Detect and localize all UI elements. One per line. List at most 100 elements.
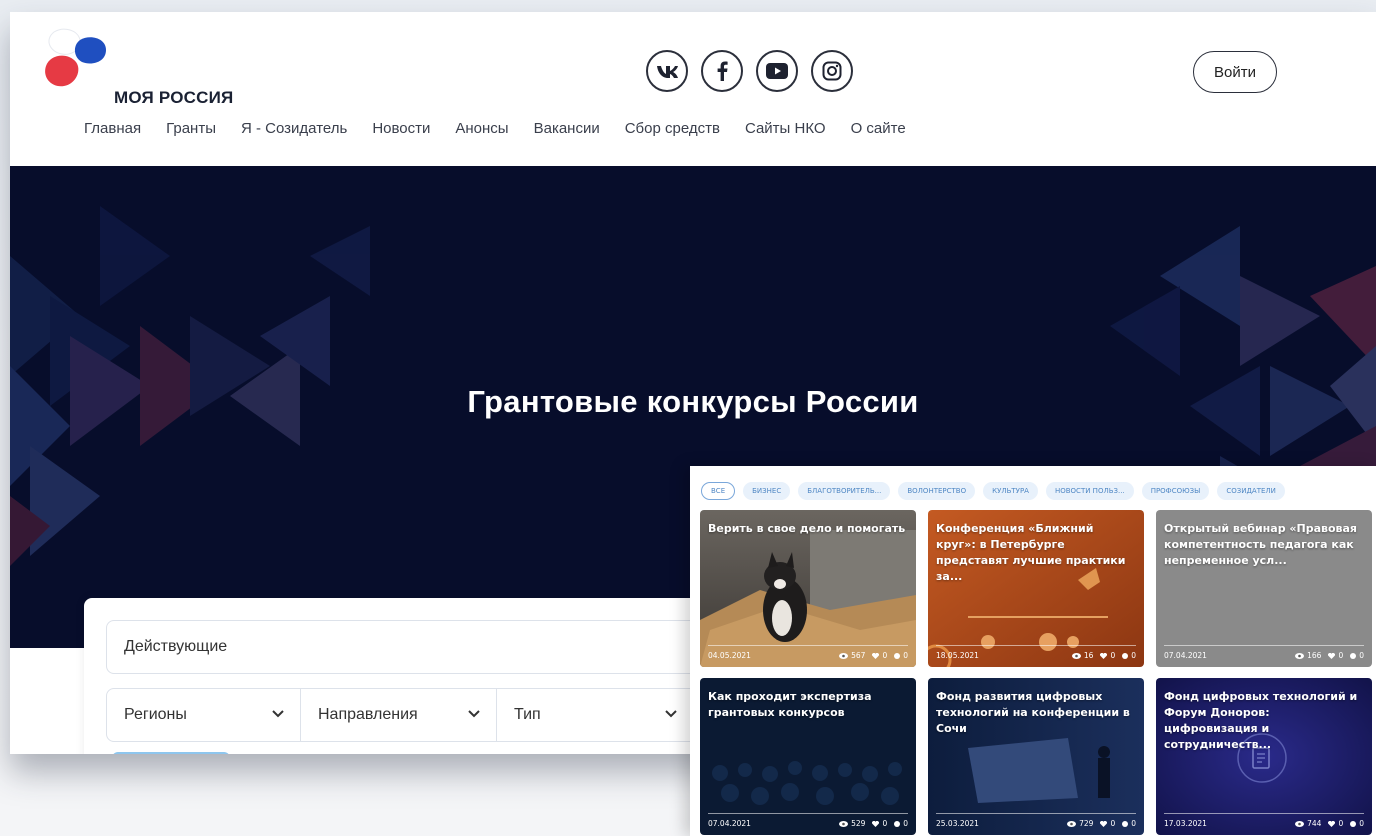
news-card-title: Верить в свое дело и помогать [708, 522, 906, 535]
news-card-footer: 04.05.2021 567 0 0 [708, 645, 908, 660]
news-card[interactable]: Конференция «Ближний круг»: в Петербурге… [928, 510, 1144, 667]
instagram-icon[interactable] [811, 50, 853, 92]
search-button[interactable] [112, 752, 230, 754]
nav-item-news[interactable]: Новости [372, 120, 430, 137]
chevron-down-icon [665, 710, 677, 718]
chip-business[interactable]: БИЗНЕС [743, 482, 791, 500]
likes-count: 0 [1110, 651, 1116, 660]
news-card-date: 25.03.2021 [936, 819, 979, 828]
comments-count: 0 [1131, 651, 1136, 660]
type-select[interactable]: Тип [497, 689, 693, 741]
comments-count: 0 [1359, 819, 1364, 828]
category-chips: ВСЕ БИЗНЕС БЛАГОТВОРИТЕЛЬ... ВОЛОНТЕРСТВ… [701, 482, 1285, 500]
eye-icon [839, 652, 849, 659]
chip-user-news[interactable]: НОВОСТИ ПОЛЬЗ... [1045, 482, 1134, 500]
news-card-footer: 18.05.2021 16 0 0 [936, 645, 1136, 660]
comments-count: 0 [1131, 819, 1136, 828]
news-card[interactable]: Как проходит экспертиза грантовых конкур… [700, 678, 916, 835]
site-logo[interactable]: МОЯ РОССИЯ [40, 26, 240, 107]
eye-icon [1071, 652, 1081, 659]
nav-item-announcements[interactable]: Анонсы [455, 120, 508, 137]
youtube-icon[interactable] [756, 50, 798, 92]
directions-select-label: Направления [318, 706, 418, 723]
chip-volunteering[interactable]: ВОЛОНТЕРСТВО [898, 482, 976, 500]
eye-icon [1295, 652, 1305, 659]
comment-icon [894, 652, 901, 659]
likes-count: 0 [1110, 819, 1116, 828]
social-links [646, 50, 853, 92]
logo-text: МОЯ РОССИЯ [114, 88, 234, 107]
chip-all[interactable]: ВСЕ [701, 482, 736, 500]
comment-icon [1122, 652, 1129, 659]
news-card-title: Открытый вебинар «Правовая компетентност… [1164, 522, 1357, 567]
comments-count: 0 [903, 651, 908, 660]
chevron-down-icon [272, 710, 284, 718]
news-card-title: Фонд цифровых технологий и Форум Доноров… [1164, 690, 1358, 751]
chip-culture[interactable]: КУЛЬТУРА [983, 482, 1038, 500]
directions-select[interactable]: Направления [301, 689, 497, 741]
news-card-footer: 07.04.2021 529 0 0 [708, 813, 908, 828]
filter-selects-row: Регионы Направления Тип [106, 688, 746, 742]
news-card-date: 17.03.2021 [1164, 819, 1207, 828]
nav-item-about[interactable]: О сайте [851, 120, 906, 137]
views-count: 529 [851, 819, 866, 828]
comments-count: 0 [1359, 651, 1364, 660]
status-select[interactable]: Действующие [106, 620, 746, 674]
nav-item-home[interactable]: Главная [84, 120, 141, 137]
heart-icon [1328, 652, 1336, 659]
regions-select[interactable]: Регионы [107, 689, 301, 741]
nav-item-nko-sites[interactable]: Сайты НКО [745, 120, 826, 137]
heart-icon [872, 652, 880, 659]
eye-icon [1067, 820, 1077, 827]
news-card-footer: 07.04.2021 166 0 0 [1164, 645, 1364, 660]
news-card-title: Конференция «Ближний круг»: в Петербурге… [936, 522, 1126, 583]
news-card[interactable]: Фонд цифровых технологий и Форум Доноров… [1156, 678, 1372, 835]
main-nav: Главная Гранты Я - Созидатель Новости Ан… [84, 120, 906, 137]
chevron-down-icon [468, 710, 480, 718]
nav-item-creator[interactable]: Я - Созидатель [241, 120, 347, 137]
heart-icon [872, 820, 880, 827]
news-card[interactable]: Открытый вебинар «Правовая компетентност… [1156, 510, 1372, 667]
news-card-title: Как проходит экспертиза грантовых конкур… [708, 690, 872, 719]
chip-creators[interactable]: СОЗИДАТЕЛИ [1217, 482, 1285, 500]
news-card-title: Фонд развития цифровых технологий на кон… [936, 690, 1130, 735]
views-count: 729 [1079, 819, 1094, 828]
comment-icon [894, 820, 901, 827]
news-card[interactable]: Верить в свое дело и помогать 04.05.2021… [700, 510, 916, 667]
facebook-icon[interactable] [701, 50, 743, 92]
heart-icon [1328, 820, 1336, 827]
comment-icon [1350, 820, 1357, 827]
chip-charity[interactable]: БЛАГОТВОРИТЕЛЬ... [798, 482, 891, 500]
news-card-date: 18.05.2021 [936, 651, 979, 660]
vk-icon[interactable] [646, 50, 688, 92]
views-count: 16 [1083, 651, 1094, 660]
nav-item-fundraising[interactable]: Сбор средств [625, 120, 720, 137]
site-header: МОЯ РОССИЯ Войти Главная Гранты Я - Сози… [10, 12, 1376, 166]
regions-select-label: Регионы [124, 706, 187, 723]
comment-icon [1122, 820, 1129, 827]
news-panel: ВСЕ БИЗНЕС БЛАГОТВОРИТЕЛЬ... ВОЛОНТЕРСТВ… [690, 466, 1376, 836]
eye-icon [839, 820, 849, 827]
news-card-footer: 25.03.2021 729 0 0 [936, 813, 1136, 828]
likes-count: 0 [1338, 651, 1344, 660]
comment-icon [1350, 652, 1357, 659]
nav-item-grants[interactable]: Гранты [166, 120, 216, 137]
views-count: 567 [851, 651, 866, 660]
heart-icon [1100, 820, 1108, 827]
flag-logo-icon [45, 28, 106, 87]
news-card-date: 07.04.2021 [1164, 651, 1207, 660]
login-button[interactable]: Войти [1193, 51, 1277, 93]
news-card-date: 07.04.2021 [708, 819, 751, 828]
chip-unions[interactable]: ПРОФСОЮЗЫ [1141, 482, 1210, 500]
comments-count: 0 [903, 819, 908, 828]
likes-count: 0 [882, 819, 888, 828]
nav-item-vacancies[interactable]: Вакансии [534, 120, 600, 137]
views-count: 744 [1307, 819, 1322, 828]
heart-icon [1100, 652, 1108, 659]
likes-count: 0 [882, 651, 888, 660]
views-count: 166 [1307, 651, 1322, 660]
hero-title: Грантовые конкурсы России [467, 384, 919, 419]
news-card[interactable]: Фонд развития цифровых технологий на кон… [928, 678, 1144, 835]
type-select-label: Тип [514, 706, 541, 723]
likes-count: 0 [1338, 819, 1344, 828]
